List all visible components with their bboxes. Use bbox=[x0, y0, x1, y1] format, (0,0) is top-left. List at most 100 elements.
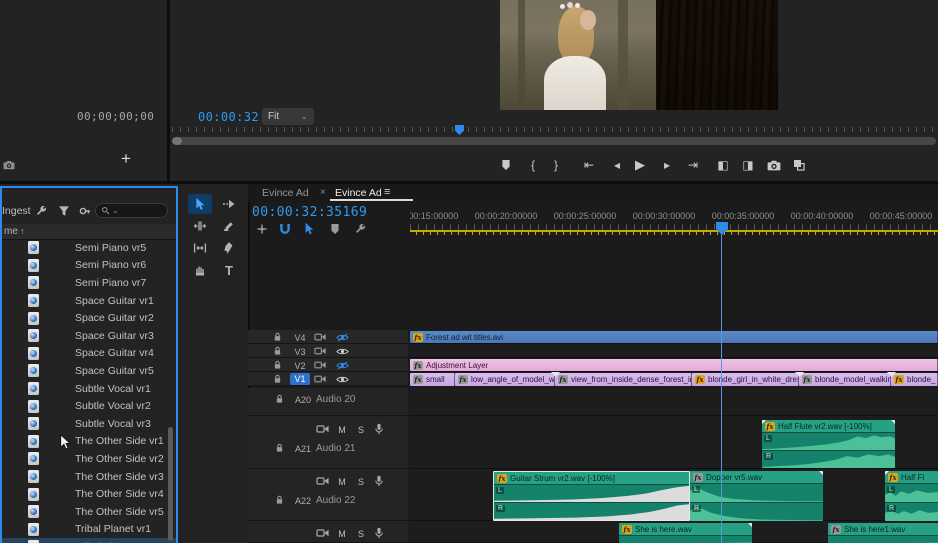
clip-a22-guitar-strum-selected[interactable]: fxGuitar Strum vr2.wav [-100%] L R bbox=[493, 471, 690, 521]
list-item[interactable]: The Other Side vr1 bbox=[2, 433, 176, 451]
track-name-a21[interactable]: Audio 21 bbox=[316, 443, 355, 454]
list-item[interactable]: Space Guitar vr1 bbox=[2, 292, 176, 310]
snap-magnet-icon[interactable] bbox=[279, 223, 291, 235]
selection-tool[interactable] bbox=[188, 194, 212, 214]
clip-a23-she-is-here1[interactable]: fxShe is here1.wav bbox=[828, 523, 938, 543]
source-timecode[interactable]: 00;00;00;00 bbox=[77, 110, 154, 123]
track-select-forward-tool[interactable] bbox=[217, 194, 241, 214]
voiceover-mic-icon[interactable] bbox=[374, 423, 384, 435]
program-scrollbar[interactable] bbox=[172, 137, 936, 145]
ripple-edit-tool[interactable] bbox=[188, 216, 212, 236]
eye-off-icon[interactable] bbox=[336, 333, 349, 342]
track-header-a23[interactable]: M S bbox=[248, 521, 408, 543]
add-button[interactable]: + bbox=[121, 149, 131, 169]
list-item[interactable]: The Other Side vr4 bbox=[2, 485, 176, 503]
tab-sequence-active[interactable]: Evince Ad bbox=[335, 187, 382, 199]
list-item[interactable]: Semi Piano vr5 bbox=[2, 239, 176, 257]
track-header-a22[interactable]: M S A22 Audio 22 bbox=[248, 469, 408, 521]
track-content-v3[interactable] bbox=[410, 344, 938, 358]
track-content-a20[interactable] bbox=[410, 388, 938, 416]
track-label-a22[interactable]: A22 bbox=[295, 496, 311, 506]
filter-funnel-icon[interactable] bbox=[58, 205, 70, 217]
track-label-v3[interactable]: V3 bbox=[290, 346, 310, 358]
search-input[interactable]: ⌄ bbox=[95, 203, 168, 218]
lock-icon[interactable] bbox=[275, 443, 284, 453]
name-column-header[interactable]: me bbox=[4, 226, 18, 237]
eye-icon[interactable] bbox=[336, 375, 349, 384]
linked-selection-icon[interactable] bbox=[304, 222, 315, 236]
button-editor-button[interactable] bbox=[789, 155, 809, 175]
program-scrollbar-knob[interactable] bbox=[172, 137, 182, 145]
add-marker-button[interactable] bbox=[496, 155, 516, 175]
panel-menu-icon[interactable]: ≡ bbox=[384, 186, 390, 198]
clip-a22-dopper[interactable]: fxDopper vr5.wav L R bbox=[690, 471, 823, 521]
track-label-v4[interactable]: V4 bbox=[290, 332, 310, 344]
list-item[interactable]: Space Guitar vr5 bbox=[2, 362, 176, 380]
list-header[interactable]: me ↑ bbox=[2, 224, 176, 240]
lock-icon[interactable] bbox=[273, 332, 282, 342]
list-item[interactable]: The Other Side vr5 bbox=[2, 503, 176, 521]
step-back-button[interactable]: ◂ bbox=[607, 155, 627, 175]
solo-button[interactable]: S bbox=[355, 529, 367, 539]
timeline-timecode[interactable]: 00:00:32:35169 bbox=[252, 205, 367, 220]
track-header-a20[interactable]: A20 Audio 20 bbox=[248, 388, 408, 416]
list-item[interactable]: Semi Piano vr6 bbox=[2, 257, 176, 275]
solo-button[interactable]: S bbox=[355, 425, 367, 435]
step-forward-button[interactable]: ▸ bbox=[657, 155, 677, 175]
program-playhead[interactable] bbox=[455, 125, 464, 135]
clip-v1-small[interactable]: fxsmall bbox=[410, 373, 455, 386]
sync-lock-icon[interactable] bbox=[316, 424, 329, 434]
list-item[interactable]: The Other Side vr3 bbox=[2, 468, 176, 486]
lock-icon[interactable] bbox=[275, 495, 284, 505]
list-item[interactable]: Space Guitar vr4 bbox=[2, 345, 176, 363]
eye-off-icon[interactable] bbox=[336, 361, 349, 370]
playhead-line-overlay[interactable] bbox=[721, 228, 722, 543]
lock-icon[interactable] bbox=[273, 374, 282, 384]
list-item[interactable]: Semi Piano vr7 bbox=[2, 274, 176, 292]
mark-out-button[interactable]: } bbox=[546, 155, 566, 175]
key-icon[interactable] bbox=[79, 207, 91, 215]
track-header-v4[interactable]: V4 bbox=[248, 330, 408, 344]
list-item-selected[interactable]: Tribal Planet vr2 bbox=[2, 538, 176, 543]
sync-lock-icon[interactable] bbox=[316, 528, 329, 538]
lock-icon[interactable] bbox=[273, 360, 282, 370]
clip-v1-view-from-inside[interactable]: fxview_from_inside_dense_forest_in_a bbox=[555, 373, 692, 386]
clip-v1-blonde[interactable]: fxblonde_ bbox=[891, 373, 938, 386]
tab-sequence-inactive[interactable]: Evince Ad bbox=[262, 187, 309, 199]
lock-icon[interactable] bbox=[275, 394, 284, 404]
extract-button[interactable]: ◨ bbox=[738, 155, 758, 175]
mute-button[interactable]: M bbox=[336, 477, 348, 487]
program-time-ruler[interactable] bbox=[172, 127, 936, 132]
list-item[interactable]: Space Guitar vr3 bbox=[2, 327, 176, 345]
zoom-level-select[interactable]: Fit ⌄ bbox=[262, 108, 314, 125]
list-scrollbar-thumb[interactable] bbox=[168, 427, 173, 541]
track-header-v2[interactable]: V2 bbox=[248, 358, 408, 372]
clip-v4-forest-ad[interactable]: fx Forest ad wit titles.avi bbox=[410, 331, 938, 343]
track-name-a20[interactable]: Audio 20 bbox=[316, 394, 355, 405]
sync-lock-icon[interactable] bbox=[316, 476, 329, 486]
voiceover-mic-icon[interactable] bbox=[374, 527, 384, 539]
play-button[interactable]: ▶ bbox=[630, 155, 650, 175]
go-to-out-button[interactable]: ⇥ bbox=[683, 155, 703, 175]
capture-icon[interactable] bbox=[3, 160, 15, 170]
list-item[interactable]: Subtle Vocal vr2 bbox=[2, 397, 176, 415]
clip-a22-half-flute-2[interactable]: fxHalf Fl L R bbox=[885, 471, 938, 521]
track-label-a20[interactable]: A20 bbox=[295, 395, 311, 405]
list-item[interactable]: Tribal Planet vr1 bbox=[2, 521, 176, 539]
clip-v1-low-angle[interactable]: fxlow_angle_of_model_wal bbox=[455, 373, 555, 386]
list-item[interactable]: Space Guitar vr2 bbox=[2, 309, 176, 327]
sync-lock-icon[interactable] bbox=[314, 374, 326, 384]
track-label-v2[interactable]: V2 bbox=[290, 360, 310, 372]
timeline-settings-wrench-icon[interactable] bbox=[354, 223, 366, 235]
lift-button[interactable]: ◧ bbox=[713, 155, 733, 175]
track-header-v1[interactable]: V1 bbox=[248, 372, 408, 386]
ingest-settings-wrench-icon[interactable] bbox=[35, 205, 47, 217]
add-marker-icon[interactable] bbox=[330, 223, 340, 235]
type-tool[interactable]: T bbox=[217, 260, 241, 280]
hand-tool[interactable] bbox=[188, 260, 212, 280]
sync-lock-icon[interactable] bbox=[314, 332, 326, 342]
solo-button[interactable]: S bbox=[355, 477, 367, 487]
track-header-v3[interactable]: V3 bbox=[248, 344, 408, 358]
list-item[interactable]: The Other Side vr2 bbox=[2, 450, 176, 468]
lock-icon[interactable] bbox=[273, 346, 282, 356]
